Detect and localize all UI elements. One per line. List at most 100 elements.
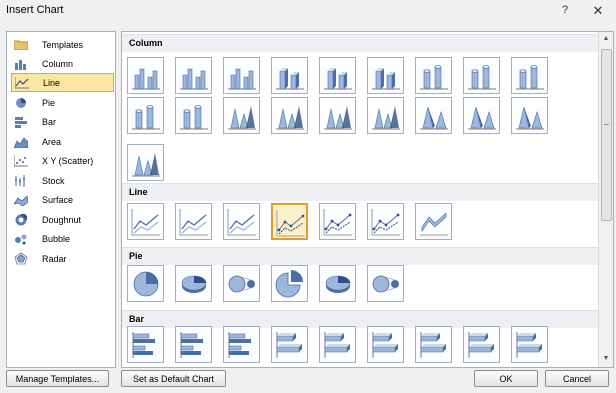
- chart-thumbnail-line[interactable]: [175, 203, 212, 240]
- scatter-chart-icon: [14, 154, 28, 167]
- chart-thumbnail-col3d[interactable]: [319, 57, 356, 94]
- sidebar-item-column[interactable]: Column: [11, 54, 114, 73]
- bar3d-chart-icon: [324, 332, 350, 358]
- chart-thumbnail-pieEx[interactable]: [271, 265, 308, 302]
- chart-thumbnail-bar3d[interactable]: [463, 326, 500, 363]
- chart-thumbnail-bar3d[interactable]: [367, 326, 404, 363]
- lineM-chart-icon: [323, 209, 352, 236]
- help-button[interactable]: ?: [556, 2, 574, 19]
- ok-button[interactable]: OK: [474, 370, 538, 387]
- chart-thumbnail-lineM[interactable]: [271, 203, 308, 240]
- sidebar-item-stock[interactable]: Stock: [11, 171, 114, 190]
- bar-chart-icon: [14, 116, 28, 128]
- chart-thumbnail-cone[interactable]: [319, 97, 356, 134]
- chart-thumbnail-pie3d[interactable]: [175, 265, 212, 302]
- chart-thumbnail-pyr[interactable]: [415, 97, 452, 134]
- cyl-chart-icon: [132, 105, 160, 130]
- sidebar-item-label: Templates: [42, 39, 84, 50]
- chart-thumbnail-pie3d[interactable]: [319, 265, 356, 302]
- chart-thumbnail-lineM[interactable]: [367, 203, 404, 240]
- chart-thumbnail-cone[interactable]: [223, 97, 260, 134]
- sidebar-item-surface[interactable]: Surface: [11, 190, 114, 209]
- pyr-chart-icon: [468, 106, 496, 130]
- scrollbar-thumb[interactable]: [601, 49, 612, 221]
- cone-chart-icon: [372, 106, 400, 130]
- sidebar-item-scatter[interactable]: X Y (Scatter): [11, 151, 114, 170]
- sidebar-item-bar[interactable]: Bar: [11, 112, 114, 131]
- section-title: Line: [129, 187, 148, 197]
- chart-thumbnail-col3d[interactable]: [367, 57, 404, 94]
- cyl-chart-icon: [180, 105, 208, 130]
- chart-thumbnail-pyr[interactable]: [463, 97, 500, 134]
- close-button[interactable]: ✕: [589, 2, 607, 19]
- bar-chart-icon: [180, 332, 203, 358]
- scroll-up-arrow-icon[interactable]: ▲: [599, 32, 613, 46]
- pie3d-chart-icon: [181, 275, 207, 293]
- chart-thumbnail-cone[interactable]: [367, 97, 404, 134]
- chart-thumbnail-line[interactable]: [127, 203, 164, 240]
- chart-thumbnail-cyl[interactable]: [175, 97, 212, 134]
- sidebar-item-area[interactable]: Area: [11, 132, 114, 151]
- chart-thumbnail-cyl[interactable]: [511, 57, 548, 94]
- pie-chart-icon: [14, 97, 28, 109]
- lineM-chart-icon: [371, 209, 400, 236]
- cone-chart-icon: [276, 106, 304, 130]
- sidebar-item-bubble[interactable]: Bubble: [11, 229, 114, 248]
- section-header-pie: Pie: [122, 247, 598, 265]
- chart-thumbnail-bar3d[interactable]: [319, 326, 356, 363]
- line-chart-icon: [227, 209, 256, 236]
- cone-chart-icon: [228, 106, 256, 130]
- chart-thumbnail-bar3d[interactable]: [511, 326, 548, 363]
- chart-thumbnail-bar[interactable]: [127, 326, 164, 363]
- vertical-scrollbar[interactable]: ▲ ▼: [598, 32, 613, 367]
- chart-thumbnail-cone[interactable]: [271, 97, 308, 134]
- chart-thumbnail-bar[interactable]: [223, 326, 260, 363]
- cyl-chart-icon: [468, 65, 496, 90]
- bar3d-chart-icon: [468, 332, 494, 358]
- chart-thumbnail-col3d[interactable]: [271, 57, 308, 94]
- chart-thumbnail-cyl[interactable]: [415, 57, 452, 94]
- cancel-button[interactable]: Cancel: [545, 370, 609, 387]
- chart-thumbnail-cyl[interactable]: [127, 97, 164, 134]
- cone-chart-icon: [324, 106, 352, 130]
- scroll-down-arrow-icon[interactable]: ▼: [599, 352, 613, 366]
- bar3d-chart-icon: [276, 332, 302, 358]
- sidebar-item-label: Line: [43, 77, 61, 88]
- manage-templates-button[interactable]: Manage Templates...: [6, 370, 109, 387]
- chart-thumbnail-pie[interactable]: [127, 265, 164, 302]
- chart-thumbnail-line[interactable]: [223, 203, 260, 240]
- pyr-chart-icon: [420, 106, 448, 130]
- doughnut-chart-icon: [14, 213, 28, 226]
- sidebar-item-pie[interactable]: Pie: [11, 93, 114, 112]
- sidebar-item-line[interactable]: Line: [11, 73, 114, 92]
- chart-thumbnail-col[interactable]: [175, 57, 212, 94]
- line3d-chart-icon: [420, 212, 448, 236]
- line-chart-icon: [179, 209, 208, 236]
- line-chart-icon: [15, 76, 29, 89]
- col-chart-icon: [228, 68, 256, 90]
- sidebar-item-templates[interactable]: Templates: [11, 35, 114, 54]
- sidebar-item-radar[interactable]: Radar: [11, 249, 114, 268]
- chart-thumbnail-bar3d[interactable]: [271, 326, 308, 363]
- sidebar-item-label: X Y (Scatter): [42, 155, 94, 166]
- bubble-chart-icon: [14, 233, 28, 245]
- chart-thumbnail-cyl[interactable]: [463, 57, 500, 94]
- chart-thumbnail-col[interactable]: [127, 57, 164, 94]
- chart-thumbnail-pyr[interactable]: [511, 97, 548, 134]
- sidebar-item-label: Column: [42, 58, 74, 69]
- chart-thumbnail-line3d[interactable]: [415, 203, 452, 240]
- chart-thumbnail-pieOf[interactable]: [223, 265, 260, 302]
- chart-thumbnail-col[interactable]: [223, 57, 260, 94]
- chart-thumbnail-pieOf[interactable]: [367, 265, 404, 302]
- chart-thumbnail-bar3d[interactable]: [415, 326, 452, 363]
- sidebar-item-label: Bar: [42, 116, 57, 127]
- chart-thumbnail-bar[interactable]: [175, 326, 212, 363]
- chart-thumbnail-cone[interactable]: [127, 144, 164, 181]
- set-default-chart-button[interactable]: Set as Default Chart: [121, 370, 226, 387]
- pie-chart-icon: [133, 271, 159, 297]
- chart-thumbnail-lineM[interactable]: [319, 203, 356, 240]
- chart-type-list: Templates Column Line Pie Bar Area X Y (…: [6, 31, 116, 368]
- pyr-chart-icon: [516, 106, 544, 130]
- sidebar-item-doughnut[interactable]: Doughnut: [11, 210, 114, 229]
- sidebar-item-label: Stock: [42, 175, 65, 186]
